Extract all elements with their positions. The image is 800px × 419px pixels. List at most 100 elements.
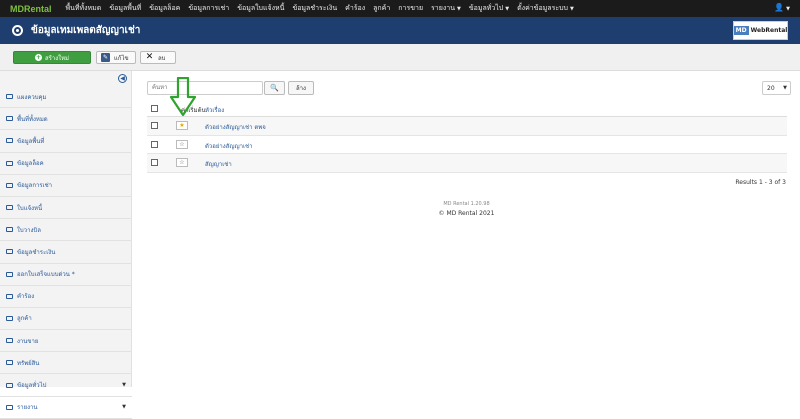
- delete-button-label: ลบ: [158, 54, 166, 62]
- row-checkbox[interactable]: [151, 140, 158, 148]
- sidebar-item[interactable]: ข้อมูลทั่วไป ▼: [0, 374, 132, 397]
- folder-icon: [6, 338, 13, 344]
- sidebar-item[interactable]: แผงควบคุม: [0, 86, 132, 109]
- nav-menu: พื้นที่ทั้งหมด ข้อมูลพื้นที่ ข้อมูลล็อค ข้อ…: [62, 3, 578, 14]
- copyright-text: © MD Rental 2021: [438, 210, 495, 217]
- default-star-icon[interactable]: ☆: [176, 158, 188, 168]
- new-button-label: สร้างใหม่: [44, 54, 70, 62]
- nav-item[interactable]: ข้อมูลพื้นที่: [105, 3, 145, 14]
- search-button[interactable]: 🔍: [264, 81, 285, 95]
- edit-button-label: แก้ไข: [114, 54, 129, 62]
- sidebar-item-label: งานขาย: [17, 337, 39, 345]
- folder-icon: [6, 293, 13, 299]
- folder-icon: [6, 360, 13, 366]
- sidebar-item-label: แผงควบคุม: [17, 93, 47, 101]
- sidebar-item[interactable]: รายงาน ▼: [0, 397, 132, 419]
- nav-item[interactable]: ข้อมูลชำระเงิน: [288, 3, 341, 14]
- folder-icon: [6, 160, 13, 166]
- nav-item[interactable]: รายงาน ▼: [427, 3, 465, 14]
- table-row: ☆ สัญญาเช่า: [147, 154, 787, 174]
- sidebar-item-label: ทรัพย์สิน: [17, 359, 40, 367]
- sidebar-item[interactable]: คำร้อง: [0, 286, 132, 308]
- template-title-link[interactable]: สัญญาเช่า: [205, 159, 232, 169]
- sidebar-item[interactable]: ทรัพย์สิน: [0, 352, 132, 375]
- select-all-checkbox[interactable]: [151, 105, 158, 112]
- top-navbar: MDRental พื้นที่ทั้งหมด ข้อมูลพื้นที่ ข้อม…: [0, 0, 800, 17]
- page-header: ข้อมูลเทมเพลตสัญญาเช่า MD WebRental: [0, 17, 800, 44]
- default-star-icon[interactable]: ★: [176, 121, 188, 130]
- sidebar-item-label: พื้นที่ทั้งหมด: [17, 115, 48, 123]
- folder-icon: [6, 227, 13, 233]
- main-content: 🔍 ล้าง 20▼ ค่าเริ่มต้น หัวเรื่อง ★ ตัวอย่…: [133, 71, 800, 387]
- folder-icon: [6, 138, 13, 144]
- sidebar-item[interactable]: ใบวางบิล: [0, 219, 132, 242]
- new-button[interactable]: + สร้างใหม่: [13, 51, 91, 64]
- clear-button[interactable]: ล้าง: [288, 81, 314, 95]
- webrental-logo: MD WebRental: [733, 21, 788, 40]
- nav-item[interactable]: ข้อมูลล็อค: [145, 3, 184, 14]
- row-checkbox[interactable]: [151, 159, 158, 167]
- nav-item[interactable]: ลูกค้า: [369, 3, 394, 14]
- chevron-down-icon: ▼: [456, 6, 461, 12]
- sidebar-item-label: ใบแจ้งหนี้: [17, 204, 43, 212]
- sidebar-item-label: ออกใบเสร็จแบบด่วน *: [17, 271, 75, 279]
- folder-icon: [6, 271, 13, 277]
- sidebar-item[interactable]: ข้อมูลชำระเงิน: [0, 241, 132, 264]
- folder-icon: [6, 182, 13, 188]
- page-title: ข้อมูลเทมเพลตสัญญาเช่า: [31, 25, 141, 36]
- nav-item[interactable]: ข้อมูลการเช่า: [184, 3, 233, 14]
- chevron-down-icon: ▼: [783, 85, 787, 91]
- nav-item[interactable]: ข้อมูลใบแจ้งหนี้: [233, 3, 288, 14]
- template-title-link[interactable]: ตัวอย่างสัญญาเช่า ตพจ: [205, 122, 266, 132]
- folder-icon: [6, 404, 13, 410]
- nav-item[interactable]: ข้อมูลทั่วไป ▼: [465, 3, 513, 14]
- sidebar-item[interactable]: ข้อมูลล็อค: [0, 153, 132, 175]
- annotation-arrow-icon: [169, 77, 197, 117]
- action-toolbar: + สร้างใหม่ ✎ แก้ไข ✕ ลบ: [0, 44, 800, 71]
- collapse-sidebar-icon[interactable]: ◀: [118, 74, 127, 83]
- sidebar-item-label: รายงาน: [17, 404, 38, 412]
- template-title-link[interactable]: ตัวอย่างสัญญาเช่า: [205, 141, 252, 151]
- search-input[interactable]: [147, 81, 263, 95]
- default-star-icon[interactable]: ☆: [176, 139, 188, 149]
- chevron-down-icon: ▼: [122, 382, 126, 389]
- chevron-down-icon: ▼: [505, 6, 510, 12]
- folder-icon: [6, 205, 13, 211]
- template-table: ค่าเริ่มต้น หัวเรื่อง ★ ตัวอย่างสัญญาเช่า…: [147, 100, 787, 174]
- table-header: ค่าเริ่มต้น หัวเรื่อง: [147, 100, 787, 117]
- plus-circle-icon: +: [34, 54, 42, 61]
- sidebar-item[interactable]: พื้นที่ทั้งหมด: [0, 108, 132, 131]
- folder-icon: [6, 94, 13, 100]
- chevron-down-icon: ▼: [570, 6, 574, 12]
- sidebar-item-label: ข้อมูลพื้นที่: [17, 137, 45, 145]
- edit-button[interactable]: ✎ แก้ไข: [96, 51, 136, 64]
- column-title[interactable]: หัวเรื่อง: [205, 105, 224, 115]
- results-counter: Results 1 - 3 of 3: [735, 179, 786, 186]
- nav-item[interactable]: การขาย: [394, 3, 427, 14]
- sidebar-item[interactable]: ลูกค้า: [0, 308, 132, 331]
- chevron-down-icon: ▼: [122, 404, 126, 411]
- sidebar-item[interactable]: ข้อมูลพื้นที่: [0, 130, 132, 153]
- sidebar-menu: แผงควบคุมพื้นที่ทั้งหมดข้อมูลพื้นที่ข้อม…: [0, 86, 132, 419]
- delete-button[interactable]: ✕ ลบ: [140, 51, 176, 64]
- sidebar-item-label: ข้อมูลชำระเงิน: [17, 248, 56, 256]
- brand-logo-text[interactable]: MDRental: [0, 4, 62, 14]
- folder-icon: [6, 116, 13, 122]
- sidebar-item-label: ข้อมูลการเช่า: [17, 182, 53, 190]
- sidebar-item[interactable]: ใบแจ้งหนี้: [0, 197, 132, 220]
- sidebar-item[interactable]: งานขาย: [0, 330, 132, 353]
- table-row: ★ ตัวอย่างสัญญาเช่า ตพจ: [147, 117, 787, 136]
- nav-item[interactable]: ตั้งค่าข้อมูลระบบ ▼: [513, 3, 578, 14]
- record-icon: [12, 25, 23, 36]
- sidebar-item[interactable]: ออกใบเสร็จแบบด่วน *: [0, 264, 132, 286]
- user-menu-icon[interactable]: 👤 ▼: [774, 3, 790, 12]
- nav-item[interactable]: คำร้อง: [341, 3, 369, 14]
- nav-item[interactable]: พื้นที่ทั้งหมด: [62, 3, 106, 14]
- search-icon: 🔍: [270, 84, 279, 92]
- close-icon: ✕: [145, 52, 154, 62]
- version-text: MD Rental 1.20.98: [443, 201, 490, 207]
- sidebar-item[interactable]: ข้อมูลการเช่า: [0, 175, 132, 197]
- row-checkbox[interactable]: [151, 122, 158, 129]
- list-limit-select[interactable]: 20 ▼: [762, 81, 791, 95]
- sidebar-item-label: คำร้อง: [17, 293, 35, 301]
